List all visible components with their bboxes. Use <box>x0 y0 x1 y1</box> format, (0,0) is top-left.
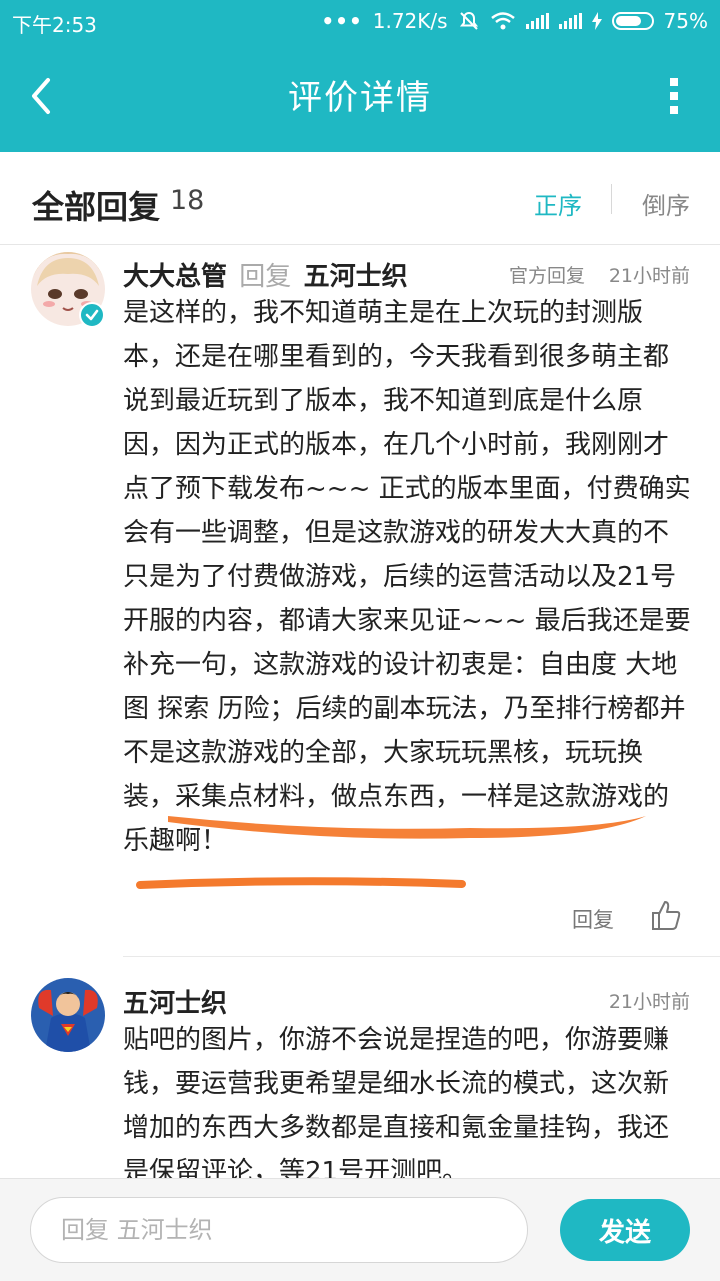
page-title: 评价详情 <box>288 78 432 118</box>
top-bar: 下午2:53 ••• 1.72K/s 75% 评价详情 <box>0 0 720 152</box>
more-vertical-icon[interactable] <box>668 78 680 116</box>
verified-badge-icon <box>79 302 105 328</box>
status-right: ••• 1.72K/s 75% <box>321 9 708 33</box>
comment-time: 21小时前 <box>608 265 690 287</box>
replies-title: 全部回复 <box>32 188 161 226</box>
sort-ascending-tab[interactable]: 正序 <box>534 186 582 221</box>
comment-time: 21小时前 <box>608 991 690 1013</box>
sort-divider <box>611 184 612 214</box>
network-speed: 1.72K/s <box>372 9 448 33</box>
reply-input[interactable] <box>30 1197 528 1263</box>
battery-icon <box>611 12 654 30</box>
status-bar: 下午2:53 ••• 1.72K/s 75% <box>0 0 720 44</box>
signal-icon <box>525 13 549 29</box>
comment-text: 是这样的，我不知道萌主是在上次玩的封测版本，还是在哪里看到的，今天我看到很多萌主… <box>123 298 691 856</box>
reply-target-name[interactable]: 五河士织 <box>304 262 408 292</box>
reply-button[interactable]: 回复 <box>572 904 614 934</box>
author-name[interactable]: 大大总管 <box>123 262 227 292</box>
send-button[interactable]: 发送 <box>560 1199 690 1261</box>
replies-header: 全部回复 18 正序 倒序 <box>0 152 720 245</box>
wifi-icon <box>490 12 515 30</box>
battery-percent: 75% <box>663 9 708 33</box>
status-dots: ••• <box>321 9 363 33</box>
reply-composer: 发送 <box>0 1178 720 1281</box>
comment-header: 五河士织 <box>123 983 227 1020</box>
charging-icon <box>591 12 602 30</box>
reply-word: 回复 <box>239 262 292 292</box>
comment-text: 贴吧的图片，你游不会说是捏造的吧，你游要赚钱，要运营我更希望是细水长流的模式，这… <box>123 1025 670 1187</box>
official-reply-tag: 官方回复 <box>509 265 586 287</box>
comment-header: 大大总管 回复 五河士织 <box>123 256 408 293</box>
sort-descending-tab[interactable]: 倒序 <box>642 186 690 221</box>
thumbs-up-icon[interactable] <box>650 899 682 931</box>
signal-icon-2 <box>558 13 582 29</box>
author-name[interactable]: 五河士织 <box>123 989 227 1019</box>
mute-bell-icon <box>459 11 478 30</box>
status-time: 下午2:53 <box>12 13 97 37</box>
avatar[interactable] <box>31 978 105 1052</box>
replies-count: 18 <box>170 185 205 216</box>
comment-divider <box>123 956 720 957</box>
